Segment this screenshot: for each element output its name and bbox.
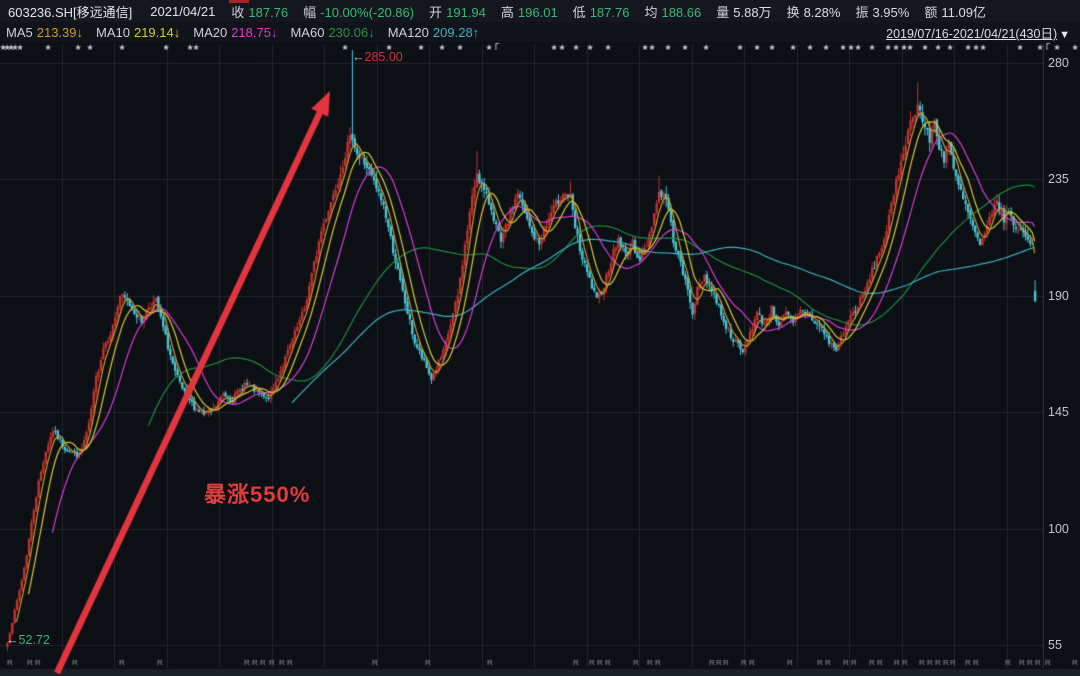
left-arrow-icon: ← bbox=[6, 633, 19, 647]
quote-field-value: 5.88万 bbox=[733, 5, 771, 20]
quote-field-value: 187.76 bbox=[248, 5, 288, 20]
kline-chart-canvas[interactable] bbox=[0, 0, 1080, 676]
left-arrow-icon: ← bbox=[352, 50, 365, 64]
ma-value: 213.39↓ bbox=[37, 25, 83, 40]
ma-label: MA120 bbox=[388, 25, 429, 40]
quote-field-value: 8.28% bbox=[804, 5, 841, 20]
start-price-value: 52.72 bbox=[19, 633, 50, 647]
ma-value: 218.75↓ bbox=[231, 25, 277, 40]
quote-field-value: 187.76 bbox=[590, 5, 630, 20]
quote-field-label: 开 bbox=[429, 5, 442, 20]
y-axis-tick-280: 280 bbox=[1048, 56, 1069, 70]
date-range-selector[interactable]: 2019/07/16-2021/04/21(430日)▼ bbox=[886, 23, 1070, 42]
ma-legend-ma5: MA5 213.39↓ bbox=[6, 25, 83, 40]
peak-price-value: 285.00 bbox=[365, 50, 403, 64]
y-axis-tick-190: 190 bbox=[1048, 289, 1069, 303]
quote-field-label: 收 bbox=[231, 5, 244, 20]
y-axis-tick-55: 55 bbox=[1048, 638, 1062, 652]
quote-field-4: 低 187.76 bbox=[573, 2, 630, 21]
peak-price-annotation: ←285.00 bbox=[352, 50, 403, 64]
ma-label: MA60 bbox=[290, 25, 324, 40]
date-range-label[interactable]: 2019/07/16-2021/04/21(430日) bbox=[886, 27, 1057, 41]
quote-field-label: 均 bbox=[644, 5, 657, 20]
y-axis-tick-235: 235 bbox=[1048, 172, 1069, 186]
quote-field-label: 额 bbox=[924, 5, 937, 20]
y-axis-tick-100: 100 bbox=[1048, 522, 1069, 536]
quote-field-0: 收 187.76 bbox=[231, 2, 288, 21]
stock-chart-window: 603236.SH[移远通信] 2021/04/21 收 187.76 幅 -10.0… bbox=[0, 0, 1080, 676]
quote-field-2: 开 191.94 bbox=[429, 2, 486, 21]
quote-date: 2021/04/21 bbox=[150, 4, 215, 19]
ma-label: MA20 bbox=[193, 25, 227, 40]
quote-field-label: 振 bbox=[855, 5, 868, 20]
ma-label: MA10 bbox=[96, 25, 130, 40]
ma-value: 219.14↓ bbox=[134, 25, 180, 40]
quote-field-5: 均 188.66 bbox=[644, 2, 701, 21]
quote-field-value: 11.09亿 bbox=[941, 5, 986, 20]
quote-field-value: 191.94 bbox=[446, 5, 486, 20]
ma-legend-ma10: MA10 219.14↓ bbox=[96, 25, 180, 40]
quote-field-label: 低 bbox=[573, 5, 586, 20]
start-price-annotation: ←52.72 bbox=[6, 633, 50, 647]
quote-field-value: 188.66 bbox=[661, 5, 701, 20]
quote-field-3: 高 196.01 bbox=[501, 2, 558, 21]
ma-value: 209.28↑ bbox=[433, 25, 479, 40]
quote-field-9: 额 11.09亿 bbox=[924, 2, 986, 21]
top-red-marker bbox=[229, 0, 249, 3]
quote-field-value: 3.95% bbox=[872, 5, 909, 20]
quote-header-bar: 603236.SH[移远通信] 2021/04/21 收 187.76 幅 -10.0… bbox=[0, 0, 1080, 22]
ma-legend-ma120: MA120 209.28↑ bbox=[388, 25, 479, 40]
quote-field-6: 量 5.88万 bbox=[716, 2, 771, 21]
ma-legend-ma20: MA20 218.75↓ bbox=[193, 25, 277, 40]
surge-callout-text: 暴涨550% bbox=[204, 477, 310, 509]
y-axis-tick-145: 145 bbox=[1048, 405, 1069, 419]
quote-field-value: -10.00%(-20.86) bbox=[320, 5, 414, 20]
quote-field-label: 量 bbox=[716, 5, 729, 20]
quote-field-label: 换 bbox=[787, 5, 800, 20]
quote-field-1: 幅 -10.00%(-20.86) bbox=[303, 2, 414, 21]
quote-field-8: 振 3.95% bbox=[855, 2, 909, 21]
symbol-name[interactable]: 603236.SH[移远通信] bbox=[8, 2, 132, 21]
quote-field-label: 高 bbox=[501, 5, 514, 20]
quote-field-7: 换 8.28% bbox=[787, 2, 841, 21]
chevron-down-icon[interactable]: ▼ bbox=[1059, 29, 1070, 41]
quote-field-label: 幅 bbox=[303, 5, 316, 20]
ma-legend-ma60: MA60 230.06↓ bbox=[290, 25, 374, 40]
ma-value: 230.06↓ bbox=[328, 25, 374, 40]
quote-field-value: 196.01 bbox=[518, 5, 558, 20]
ma-label: MA5 bbox=[6, 25, 33, 40]
